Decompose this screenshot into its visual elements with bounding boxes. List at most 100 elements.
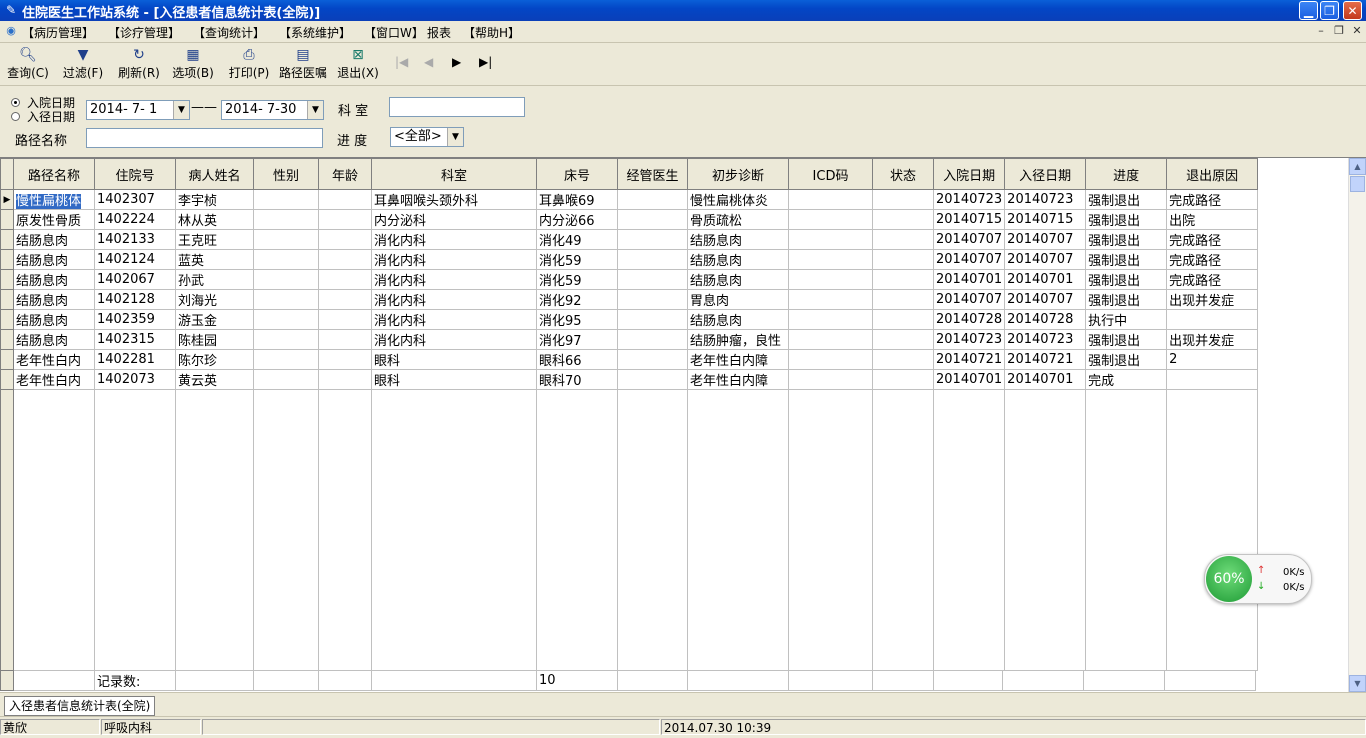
cell-patient-name[interactable]: 李宇桢 (175, 189, 254, 210)
row-indicator[interactable] (0, 209, 14, 230)
cell-bed-no[interactable]: 耳鼻喉69 (536, 189, 618, 210)
cell-bed-no[interactable]: 眼科70 (536, 369, 618, 390)
cell-bed-no[interactable]: 消化59 (536, 249, 618, 270)
row-indicator[interactable] (0, 369, 14, 390)
cell-diagnosis[interactable]: 结肠息肉 (687, 229, 789, 250)
cell-doctor[interactable] (617, 189, 688, 210)
cell-age[interactable] (318, 349, 372, 370)
row-indicator[interactable] (0, 229, 14, 250)
cell-gender[interactable] (253, 209, 319, 230)
cell-age[interactable] (318, 289, 372, 310)
cell-exit-reason[interactable] (1166, 309, 1259, 330)
cell-department[interactable]: 眼科 (371, 369, 537, 390)
path-order-button[interactable]: ▤ 路径医嘱 (278, 46, 328, 81)
cell-gender[interactable] (253, 349, 319, 370)
cell-bed-no[interactable]: 消化49 (536, 229, 618, 250)
col-patient-name[interactable]: 病人姓名 (175, 158, 254, 190)
cell-admission-no[interactable]: 1402133 (94, 229, 176, 250)
cell-path-date[interactable]: 20140701 (1004, 269, 1087, 290)
cell-icd[interactable] (788, 189, 873, 210)
cell-gender[interactable] (253, 369, 319, 390)
print-button[interactable]: ⎙ 打印(P) (226, 46, 272, 81)
cell-patient-name[interactable]: 游玉金 (175, 309, 254, 330)
cell-admit-date[interactable]: 20140707 (932, 229, 1006, 250)
cell-state[interactable] (872, 249, 934, 270)
col-path-date[interactable]: 入径日期 (1004, 158, 1087, 190)
row-indicator[interactable] (0, 329, 14, 350)
menu-query-statistics[interactable]: 【查询统计】 (193, 24, 265, 41)
cell-age[interactable] (318, 309, 372, 330)
dept-input[interactable] (389, 97, 525, 117)
menu-help[interactable]: 【帮助H】 (463, 24, 520, 41)
row-indicator[interactable] (0, 309, 14, 330)
cell-icd[interactable] (788, 329, 873, 350)
cell-admit-date[interactable]: 20140707 (932, 249, 1006, 270)
restore-button[interactable]: ❐ (1320, 1, 1339, 20)
cell-patient-name[interactable]: 陈尔珍 (175, 349, 254, 370)
cell-doctor[interactable] (617, 289, 688, 310)
cell-state[interactable] (872, 209, 934, 230)
col-path-name[interactable]: 路径名称 (13, 158, 95, 190)
cell-path-name[interactable]: 结肠息肉 (13, 249, 95, 270)
col-admit-date[interactable]: 入院日期 (932, 158, 1006, 190)
cell-icd[interactable] (788, 269, 873, 290)
row-indicator[interactable] (0, 349, 14, 370)
col-exit-reason[interactable]: 退出原因 (1166, 158, 1259, 190)
cell-progress[interactable]: 强制退出 (1085, 289, 1168, 310)
cell-department[interactable]: 消化内科 (371, 289, 537, 310)
path-name-input[interactable] (86, 128, 323, 148)
col-age[interactable]: 年龄 (318, 158, 372, 190)
col-doctor[interactable]: 经管医生 (617, 158, 688, 190)
cell-age[interactable] (318, 209, 372, 230)
tab-path-patient-stats[interactable]: 入径患者信息统计表(全院) (4, 696, 156, 716)
table-row[interactable]: 结肠息肉 1402315 陈桂园 消化内科 消化97 结肠肿瘤，良性 20140723 201… (0, 329, 1259, 350)
cell-diagnosis[interactable]: 慢性扁桃体炎 (687, 189, 789, 210)
cell-state[interactable] (872, 329, 934, 350)
cell-progress[interactable]: 强制退出 (1085, 209, 1168, 230)
cell-department[interactable]: 消化内科 (371, 329, 537, 350)
row-indicator[interactable] (0, 249, 14, 270)
first-record-icon[interactable]: |◀ (395, 55, 408, 69)
cell-bed-no[interactable]: 消化59 (536, 269, 618, 290)
col-state[interactable]: 状态 (872, 158, 934, 190)
row-indicator[interactable] (0, 269, 14, 290)
refresh-button[interactable]: ↻ 刷新(R) (116, 46, 162, 81)
next-record-icon[interactable]: ▶ (452, 55, 461, 69)
radio-admit-date[interactable] (11, 98, 20, 107)
cell-patient-name[interactable]: 黄云英 (175, 369, 254, 390)
cell-admit-date[interactable]: 20140715 (932, 209, 1006, 230)
cell-gender[interactable] (253, 289, 319, 310)
current-row-indicator[interactable]: ▶ (0, 189, 14, 210)
cell-path-name[interactable]: 结肠息肉 (13, 229, 95, 250)
cell-path-name[interactable]: 结肠息肉 (13, 289, 95, 310)
date-from-picker[interactable]: 2014- 7- 1 ▼ (86, 100, 190, 120)
cell-admission-no[interactable]: 1402307 (94, 189, 176, 210)
col-admission-no[interactable]: 住院号 (94, 158, 176, 190)
cell-path-name[interactable]: 结肠息肉 (13, 329, 95, 350)
cell-path-date[interactable]: 20140715 (1004, 209, 1087, 230)
cell-diagnosis[interactable]: 老年性白内障 (687, 369, 789, 390)
cell-doctor[interactable] (617, 209, 688, 230)
cell-exit-reason[interactable]: 完成路径 (1166, 249, 1259, 270)
col-progress[interactable]: 进度 (1085, 158, 1168, 190)
cell-icd[interactable] (788, 289, 873, 310)
cell-icd[interactable] (788, 209, 873, 230)
table-row[interactable]: 老年性白内 1402073 黄云英 眼科 眼科70 老年性白内障 20140701 20140… (0, 369, 1259, 390)
cell-exit-reason[interactable] (1166, 369, 1259, 390)
cell-patient-name[interactable]: 林从英 (175, 209, 254, 230)
cell-admission-no[interactable]: 1402281 (94, 349, 176, 370)
cell-patient-name[interactable]: 王克旺 (175, 229, 254, 250)
cell-path-date[interactable]: 20140721 (1004, 349, 1087, 370)
col-gender[interactable]: 性别 (253, 158, 319, 190)
menu-record-management[interactable]: 【病历管理】 (22, 24, 94, 41)
cell-bed-no[interactable]: 消化97 (536, 329, 618, 350)
cell-state[interactable] (872, 369, 934, 390)
cell-state[interactable] (872, 189, 934, 210)
cell-progress[interactable]: 强制退出 (1085, 349, 1168, 370)
cell-department[interactable]: 消化内科 (371, 309, 537, 330)
cell-admission-no[interactable]: 1402067 (94, 269, 176, 290)
table-row[interactable]: 结肠息肉 1402067 孙武 消化内科 消化59 结肠息肉 20140701 2014070… (0, 269, 1259, 290)
cell-admission-no[interactable]: 1402073 (94, 369, 176, 390)
col-bed-no[interactable]: 床号 (536, 158, 618, 190)
cell-path-date[interactable]: 20140723 (1004, 329, 1087, 350)
